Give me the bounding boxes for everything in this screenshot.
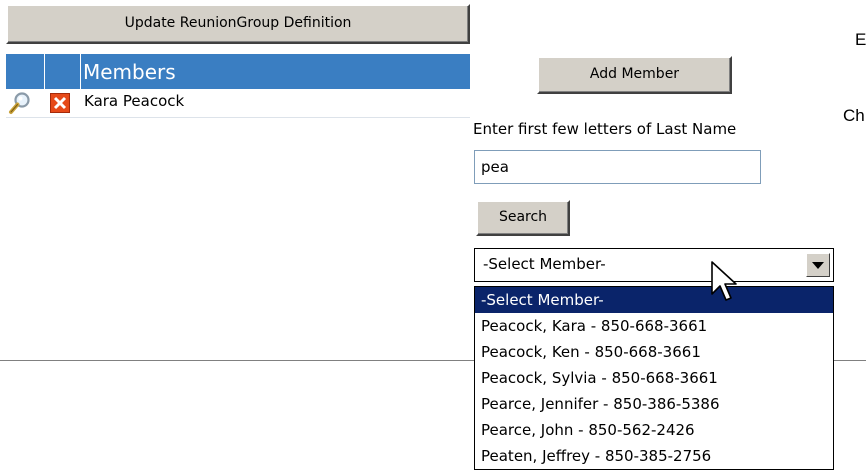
last-name-search-input[interactable]	[474, 150, 761, 184]
members-table: Members Kara Peacock	[6, 54, 470, 118]
cut-off-text: E	[855, 30, 866, 49]
dropdown-option[interactable]: Peaten, Jeffrey - 850-385-2756	[475, 443, 833, 469]
search-button[interactable]: Search	[476, 200, 570, 236]
chevron-down-icon[interactable]	[806, 253, 830, 277]
member-dropdown-list[interactable]: -Select Member- Peacock, Kara - 850-668-…	[474, 286, 834, 470]
members-header-label: Members	[83, 60, 176, 84]
cut-off-text: Ch	[843, 106, 865, 125]
dropdown-option[interactable]: Peacock, Ken - 850-668-3661	[475, 339, 833, 365]
magnifier-icon[interactable]	[8, 91, 32, 115]
divider-line	[0, 360, 474, 361]
dropdown-option[interactable]: Peacock, Sylvia - 850-668-3661	[475, 365, 833, 391]
member-name: Kara Peacock	[84, 92, 185, 110]
member-select-value: -Select Member-	[483, 255, 606, 273]
dropdown-option[interactable]: Peacock, Kara - 850-668-3661	[475, 313, 833, 339]
table-row: Kara Peacock	[6, 89, 470, 118]
divider-line	[834, 360, 866, 361]
header-cell-blank-1	[6, 54, 45, 89]
dropdown-option[interactable]: Pearce, John - 850-562-2426	[475, 417, 833, 443]
update-reunion-group-button[interactable]: Update ReunionGroup Definition	[6, 4, 470, 44]
member-select[interactable]: -Select Member-	[474, 248, 834, 282]
delete-icon[interactable]	[50, 93, 70, 113]
members-table-header: Members	[6, 54, 470, 89]
dropdown-option[interactable]: -Select Member-	[475, 287, 833, 313]
header-cell-blank-2	[45, 54, 81, 89]
add-member-button[interactable]: Add Member	[537, 56, 732, 94]
last-name-label: Enter first few letters of Last Name	[473, 120, 737, 138]
mouse-cursor-icon	[711, 261, 737, 301]
dropdown-option[interactable]: Pearce, Jennifer - 850-386-5386	[475, 391, 833, 417]
